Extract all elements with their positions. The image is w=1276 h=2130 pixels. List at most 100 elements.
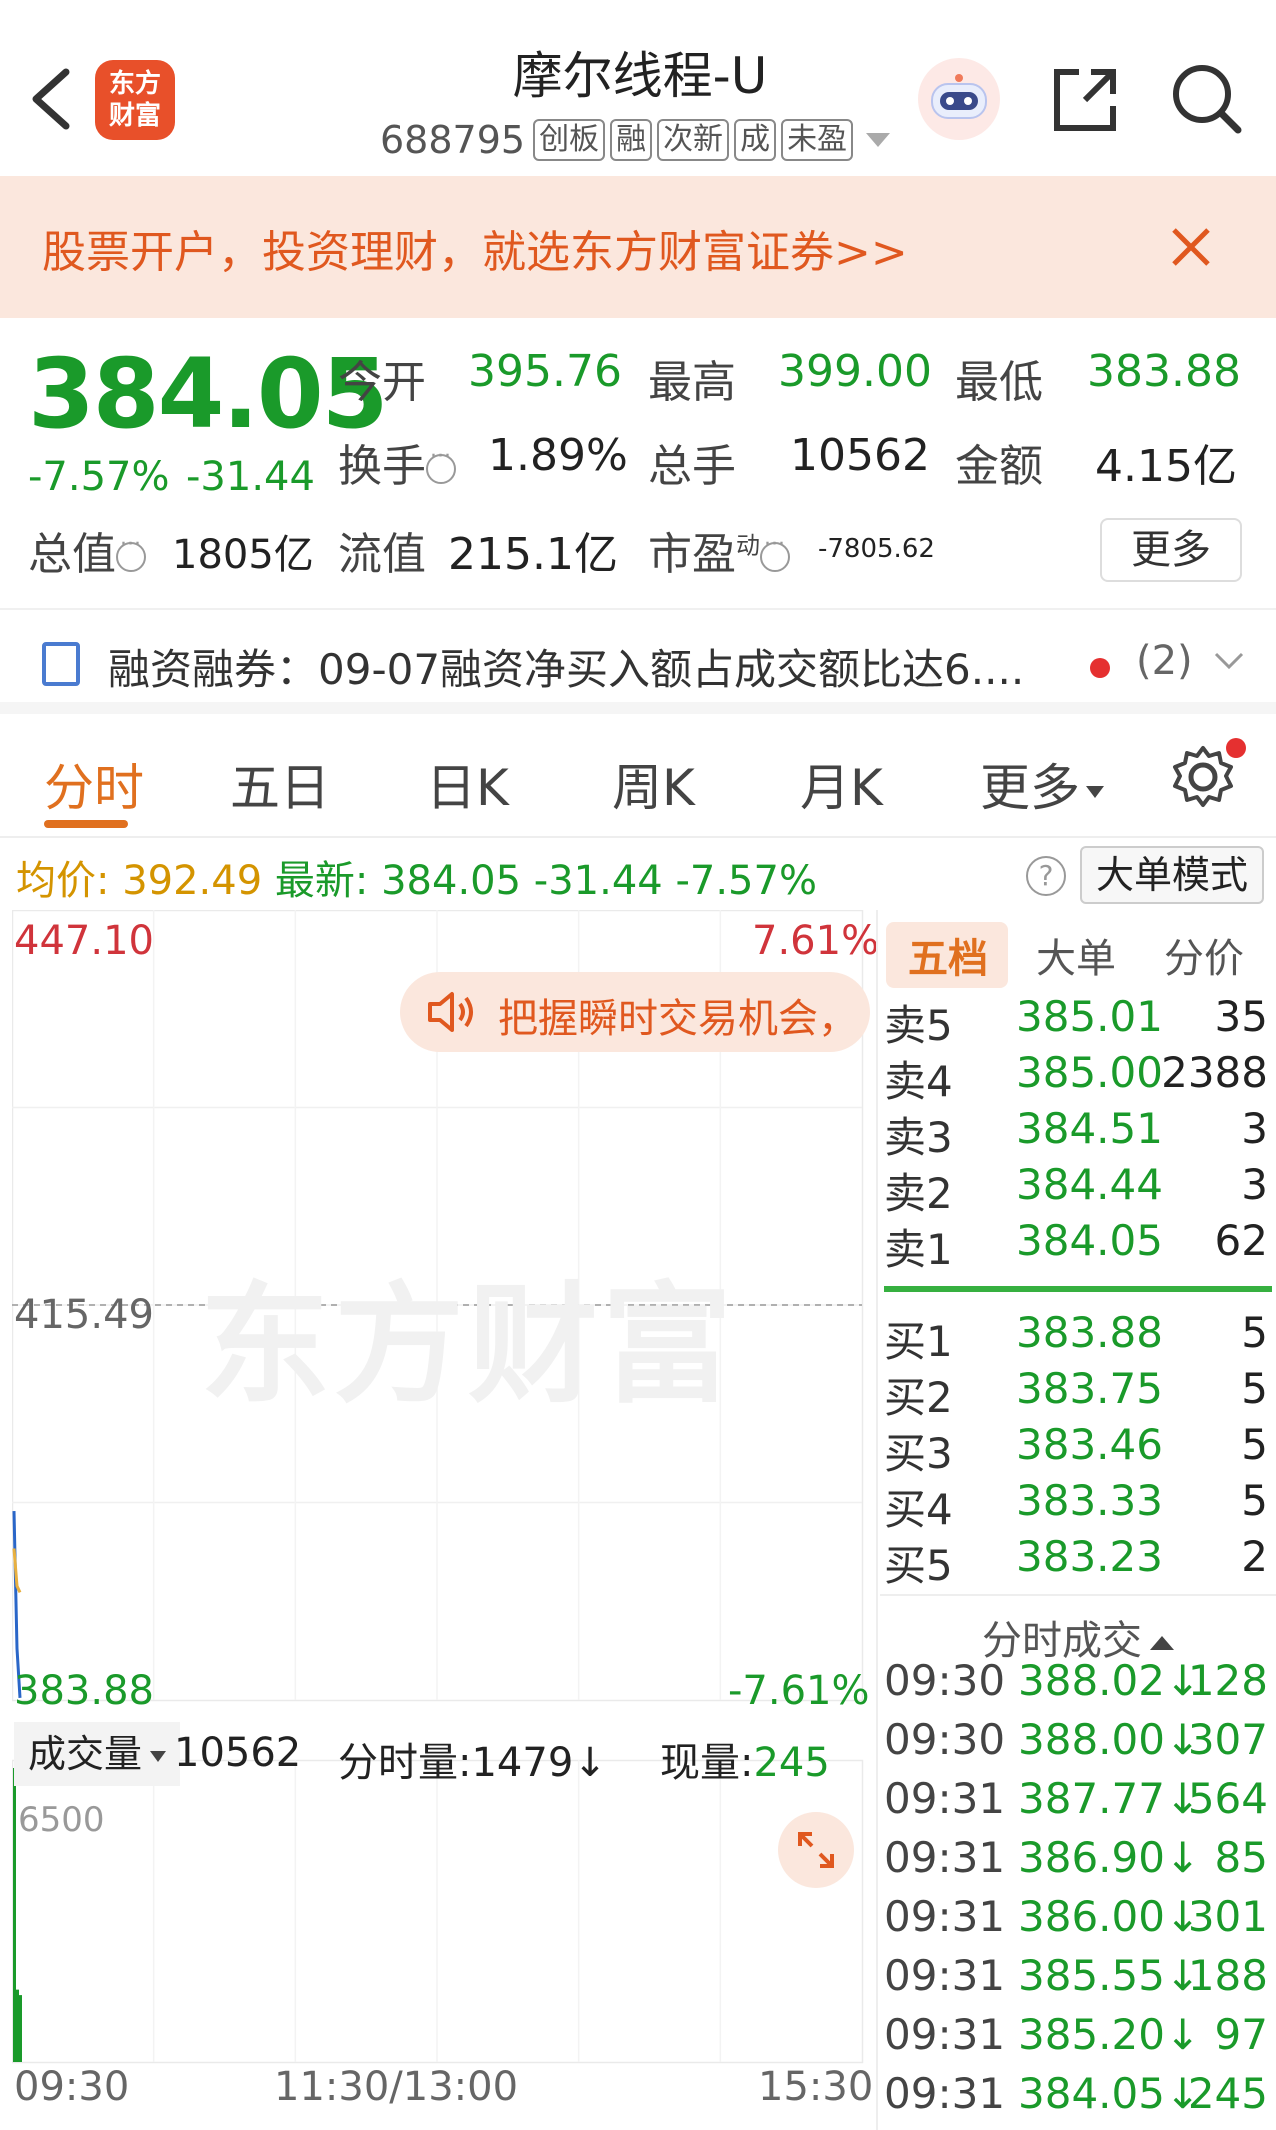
chevron-down-icon[interactable]: [1212, 650, 1246, 674]
chevron-down-icon: [150, 1751, 167, 1762]
low-label: 最低: [955, 357, 1043, 408]
expand-chart-button[interactable]: [778, 1812, 854, 1888]
ask-row: 卖2 384.44 3: [884, 1160, 1268, 1218]
tab-five-day[interactable]: 五日: [230, 748, 330, 820]
help-icon[interactable]: ?: [1026, 856, 1066, 896]
current-price: 384.05: [28, 338, 388, 450]
tick-row: 09:31 385.20↓ 97: [884, 2010, 1268, 2059]
pe-value: -7805.62: [818, 534, 935, 564]
bid-row: 买1 383.88 5: [884, 1308, 1268, 1366]
pct-axis-min: -7.61%: [728, 1668, 870, 1714]
tab-five-levels[interactable]: 五档: [908, 926, 988, 984]
ask-row: 卖5 385.01 35: [884, 992, 1268, 1050]
bid-row: 买3 383.46 5: [884, 1420, 1268, 1478]
tab-more[interactable]: 更多: [980, 748, 1104, 820]
stock-code: 688795: [380, 118, 526, 162]
time-axis: 09:30 11:30/13:00 15:30: [0, 2064, 874, 2126]
ai-assistant-robot-icon[interactable]: [918, 58, 1000, 140]
high-label: 最高: [648, 357, 736, 408]
close-icon[interactable]: [1168, 224, 1214, 270]
current-volume: 现量:245: [660, 1740, 830, 1786]
turnover-label: 换手: [338, 430, 456, 494]
settings-badge-dot: [1226, 738, 1246, 758]
volume-bar: [19, 1995, 22, 2062]
time-label-close: 15:30: [758, 2064, 874, 2110]
tag-component: 成: [734, 119, 777, 161]
speaker-icon: [428, 992, 473, 1032]
latest-percent: -7.57%: [675, 858, 817, 904]
pe-label: 市盈动: [648, 518, 790, 582]
back-arrow-icon[interactable]: [24, 64, 84, 134]
news-text: 融资融券：09-07融资净买入额占成交额比达6....: [108, 645, 1025, 694]
volume-axis-max: 6500: [18, 1800, 105, 1840]
change-amount: -31.44: [186, 454, 315, 500]
logo-text-top: 东方: [108, 69, 161, 99]
market-cap-label: 总值: [28, 518, 146, 582]
news-count: (2): [1136, 638, 1193, 684]
bid-row: 买2 383.75 5: [884, 1364, 1268, 1422]
open-value: 395.76: [468, 346, 622, 397]
watermark: 东方财富: [200, 1269, 737, 1421]
tick-row: 09:31 386.00↓ 301: [884, 1892, 1268, 1941]
high-value: 399.00: [778, 346, 932, 397]
tag-new: 次新: [657, 119, 730, 161]
time-label-open: 09:30: [14, 2064, 130, 2110]
tick-row: 09:31 387.77↓ 564: [884, 1774, 1268, 1823]
price-summary-text: 均价: 392.49 最新: 384.05 -31.44 -7.57%: [16, 848, 817, 906]
tick-row: 09:30 388.02↓ 128: [884, 1656, 1268, 1705]
time-label-midday: 11:30/13:00: [274, 2064, 519, 2110]
tab-daily-k[interactable]: 日K: [426, 748, 509, 820]
tags-dropdown-caret-icon[interactable]: [866, 133, 891, 147]
tab-intraday[interactable]: 分时: [44, 748, 144, 820]
document-icon: [42, 642, 80, 686]
info-icon[interactable]: [760, 532, 790, 572]
open-label: 今开: [338, 357, 426, 408]
tick-row: 09:31 386.90↓ 85: [884, 1833, 1268, 1882]
tag-unprofitable: 未盈: [781, 119, 854, 161]
volume-value: 10562: [790, 430, 930, 481]
big-order-mode-button[interactable]: 大单模式: [1080, 846, 1264, 904]
bid-row: 买5 383.23 2: [884, 1532, 1268, 1590]
float-cap-label: 流值: [338, 529, 426, 580]
pct-axis-max: 7.61%: [752, 918, 880, 964]
tag-margin: 融: [610, 119, 653, 161]
float-cap-value: 215.1亿: [448, 529, 618, 580]
info-icon[interactable]: [116, 532, 146, 572]
split-volume: 分时量:1479↓: [338, 1740, 607, 1786]
ask-row: 卖4 385.00 2388: [884, 1048, 1268, 1106]
tab-weekly-k[interactable]: 周K: [612, 748, 695, 820]
y-axis-min: 383.88: [14, 1668, 154, 1714]
bid-ask-separator: [884, 1286, 1272, 1292]
active-tab-underline: [44, 820, 128, 828]
promo-tooltip-text: 把握瞬时交易机会，: [498, 996, 858, 1042]
stock-code-row[interactable]: 688795 创板 融 次新 成 未盈: [380, 116, 891, 164]
latest-value: 384.05: [381, 858, 522, 904]
share-icon[interactable]: [1045, 60, 1125, 140]
unread-dot: [1090, 658, 1110, 678]
volume-bar: [13, 1768, 16, 2062]
volume-type-dropdown[interactable]: 成交量: [14, 1722, 181, 1786]
tab-monthly-k[interactable]: 月K: [800, 748, 883, 820]
latest-label: 最新:: [274, 858, 369, 904]
low-value: 383.88: [1087, 346, 1241, 397]
ask-row: 卖1 384.05 62: [884, 1216, 1268, 1274]
logo-text-bottom: 财富: [108, 101, 161, 131]
intraday-chart-svg: [12, 910, 864, 2064]
info-icon[interactable]: [426, 444, 456, 484]
chevron-up-icon: [1150, 1636, 1174, 1650]
volume-total: 10562: [174, 1730, 302, 1776]
ask-row: 卖3 384.51 3: [884, 1104, 1268, 1162]
tab-big-orders[interactable]: 大单: [1036, 926, 1116, 984]
tick-row: 09:30 388.00↓ 307: [884, 1715, 1268, 1764]
tag-board: 创板: [533, 119, 606, 161]
tick-row: 09:31 385.55↓ 188: [884, 1951, 1268, 2000]
app-logo[interactable]: 东方 财富: [95, 60, 175, 140]
search-icon[interactable]: [1166, 58, 1246, 138]
more-quote-button[interactable]: 更多: [1100, 518, 1242, 582]
tick-row: 09:31 384.05↓ 245: [884, 2069, 1268, 2118]
news-ticker[interactable]: 融资融券：09-07融资净买入额占成交额比达6.... (2): [0, 608, 1276, 714]
promo-banner[interactable]: 股票开户，投资理财，就选东方财富证券>>: [0, 176, 1276, 318]
latest-change: -31.44: [533, 858, 663, 904]
promo-banner-text: 股票开户，投资理财，就选东方财富证券>>: [42, 227, 908, 278]
tab-price-distribution[interactable]: 分价: [1164, 926, 1244, 984]
